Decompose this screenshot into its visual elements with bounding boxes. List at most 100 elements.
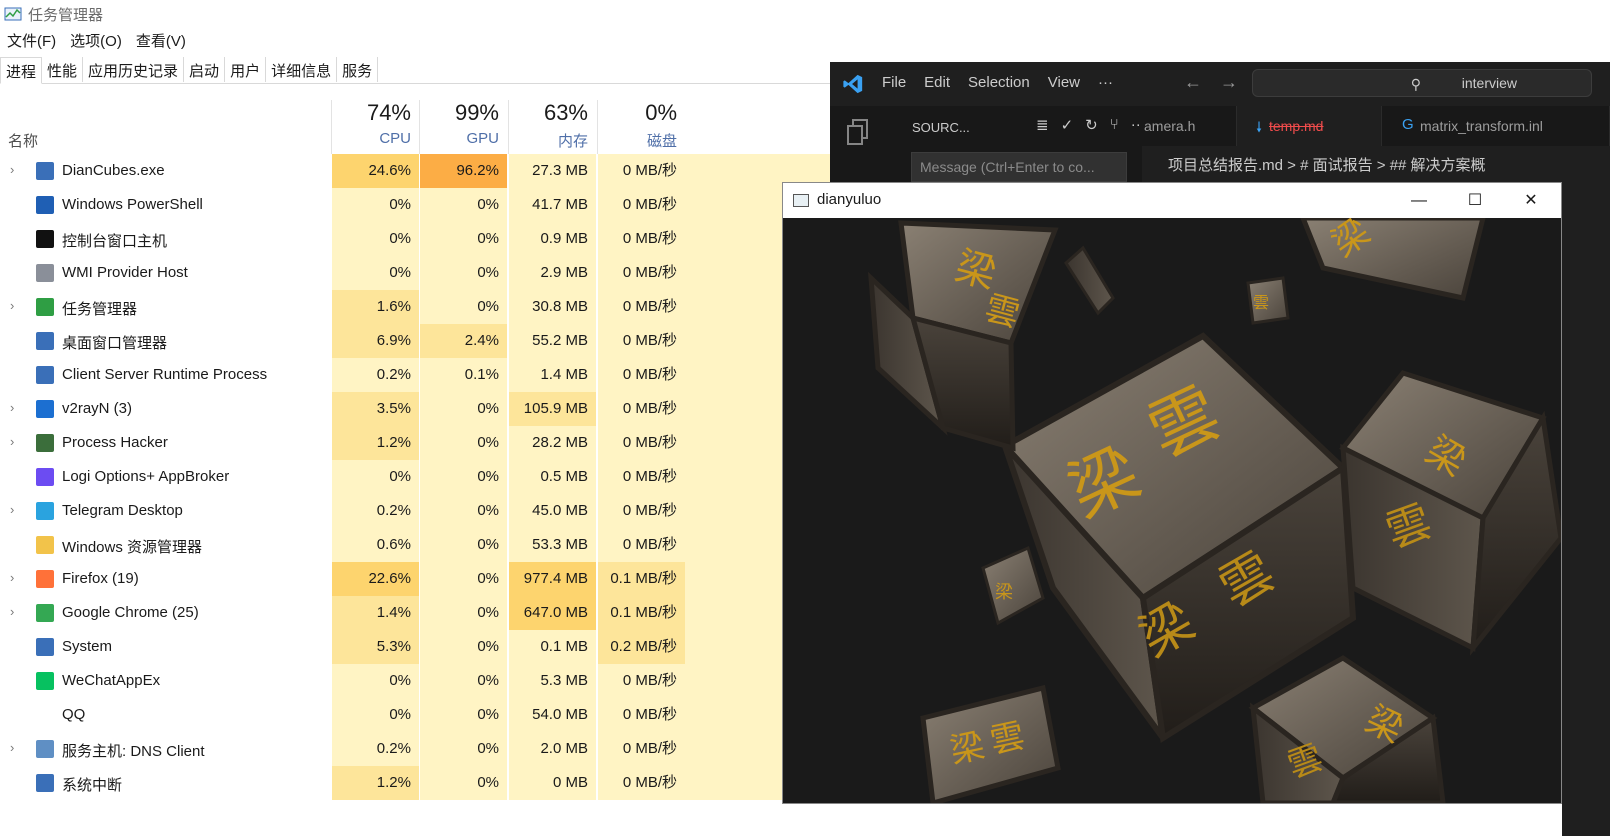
process-row[interactable]: Windows PowerShell 0% 0% 41.7 MB 0 MB/秒 bbox=[0, 188, 840, 222]
cpu-cell: 1.2% bbox=[331, 766, 419, 800]
memory-cell: 647.0 MB bbox=[508, 596, 596, 630]
window-app-icon bbox=[793, 194, 809, 207]
disk-cell: 0 MB/秒 bbox=[597, 324, 685, 358]
column-header-memory[interactable]: 63% 内存 bbox=[508, 100, 596, 154]
vscode-menu-more[interactable]: ··· bbox=[1098, 74, 1113, 91]
process-row[interactable]: › DianCubes.exe 24.6% 96.2% 27.3 MB 0 MB/秒 bbox=[0, 154, 840, 188]
process-row[interactable]: 桌面窗口管理器 6.9% 2.4% 55.2 MB 0 MB/秒 bbox=[0, 324, 840, 358]
editor-breadcrumb[interactable]: 项目总结报告.md > # 面试报告 > ## 解决方案概 bbox=[1142, 146, 1610, 178]
column-header-name[interactable]: 名称 bbox=[8, 130, 38, 151]
process-list: › DianCubes.exe 24.6% 96.2% 27.3 MB 0 MB/秒 Win… bbox=[0, 154, 840, 800]
list-view-icon[interactable]: ≣ bbox=[1036, 116, 1049, 134]
tab-processes[interactable]: 进程 bbox=[0, 57, 43, 84]
process-row[interactable]: › v2rayN (3) 3.5% 0% 105.9 MB 0 MB/秒 bbox=[0, 392, 840, 426]
process-name: 桌面窗口管理器 bbox=[62, 335, 168, 352]
vscode-menu-file[interactable]: File bbox=[882, 74, 906, 91]
tab-bar: 进程 性能 应用历史记录 启动 用户 详细信息 服务 bbox=[0, 57, 840, 84]
app-window-icon bbox=[36, 332, 54, 350]
explorer-files-icon[interactable] bbox=[844, 118, 872, 148]
task-manager-title: 任务管理器 bbox=[28, 6, 104, 24]
process-row[interactable]: › Google Chrome (25) 1.4% 0% 647.0 MB 0.1 MB/… bbox=[0, 596, 840, 630]
dianyuluo-titlebar[interactable]: dianyuluo — ☐ ✕ bbox=[783, 183, 1561, 218]
tab-camera-h[interactable]: amera.h bbox=[1142, 106, 1237, 146]
cpu-cell: 1.6% bbox=[331, 290, 419, 324]
expand-chevron-icon[interactable]: › bbox=[10, 502, 24, 517]
branch-graph-icon[interactable]: ⑂ bbox=[1110, 116, 1119, 134]
gpu-cell: 0% bbox=[419, 664, 507, 698]
process-name: Client Server Runtime Process bbox=[62, 366, 268, 383]
cpu-cell: 0% bbox=[331, 460, 419, 494]
memory-cell: 54.0 MB bbox=[508, 698, 596, 732]
maximize-button[interactable]: ☐ bbox=[1447, 183, 1503, 218]
memory-cell: 41.7 MB bbox=[508, 188, 596, 222]
vscode-menu-selection[interactable]: Selection bbox=[968, 74, 1030, 91]
process-row[interactable]: System 5.3% 0% 0.1 MB 0.2 MB/秒 bbox=[0, 630, 840, 664]
expand-chevron-icon[interactable]: › bbox=[10, 162, 24, 177]
process-row[interactable]: Client Server Runtime Process 0.2% 0.1% 1.4… bbox=[0, 358, 840, 392]
tab-performance[interactable]: 性能 bbox=[42, 57, 84, 82]
vscode-activity-bar bbox=[830, 106, 886, 186]
vscode-menu-edit[interactable]: Edit bbox=[924, 74, 950, 91]
process-row[interactable]: › 服务主机: DNS Client 0.2% 0% 2.0 MB 0 MB/秒 bbox=[0, 732, 840, 766]
expand-chevron-icon[interactable]: › bbox=[10, 298, 24, 313]
gpu-cell: 0% bbox=[419, 732, 507, 766]
gpu-cell: 2.4% bbox=[419, 324, 507, 358]
tab-matrix-transform[interactable]: matrix_transform.inl bbox=[1382, 106, 1610, 146]
process-row[interactable]: 控制台窗口主机 0% 0% 0.9 MB 0 MB/秒 bbox=[0, 222, 840, 256]
cpu-cell: 0.6% bbox=[331, 528, 419, 562]
process-row[interactable]: QQ 0% 0% 54.0 MB 0 MB/秒 bbox=[0, 698, 840, 732]
back-arrow-icon[interactable]: ← bbox=[1184, 72, 1202, 93]
process-row[interactable]: › Process Hacker 1.2% 0% 28.2 MB 0 MB/秒 bbox=[0, 426, 840, 460]
cpu-cell: 0% bbox=[331, 256, 419, 290]
commit-check-icon[interactable]: ✓ bbox=[1061, 116, 1074, 134]
render-canvas[interactable]: 梁 雲 梁 雲 梁 雲 梁 雲 梁 梁 雲 梁 雲 梁 雲 bbox=[783, 218, 1561, 803]
vscode-menu-view[interactable]: View bbox=[1048, 74, 1080, 91]
column-header-gpu[interactable]: 99% GPU bbox=[419, 100, 507, 154]
menu-file[interactable]: 文件(F) bbox=[7, 30, 56, 54]
column-header-disk[interactable]: 0% 磁盘 bbox=[597, 100, 685, 154]
gpu-cell: 0% bbox=[419, 596, 507, 630]
firefox-icon bbox=[36, 570, 54, 588]
tab-services[interactable]: 服务 bbox=[337, 57, 379, 82]
process-row[interactable]: Windows 资源管理器 0.6% 0% 53.3 MB 0 MB/秒 bbox=[0, 528, 840, 562]
process-row[interactable]: WMI Provider Host 0% 0% 2.9 MB 0 MB/秒 bbox=[0, 256, 840, 290]
vscode-command-center[interactable]: ⚲ interview bbox=[1252, 69, 1592, 97]
cpu-cell: 0.2% bbox=[331, 732, 419, 766]
expand-chevron-icon[interactable]: › bbox=[10, 740, 24, 755]
tab-details[interactable]: 详细信息 bbox=[266, 57, 338, 82]
cpu-cell: 0% bbox=[331, 222, 419, 256]
process-name: WMI Provider Host bbox=[62, 264, 188, 281]
process-name: Process Hacker bbox=[62, 434, 168, 451]
svg-text:雲: 雲 bbox=[1253, 293, 1269, 312]
close-button[interactable]: ✕ bbox=[1503, 183, 1559, 218]
menu-view[interactable]: 查看(V) bbox=[136, 30, 186, 54]
process-row[interactable]: › 任务管理器 1.6% 0% 30.8 MB 0 MB/秒 bbox=[0, 290, 840, 324]
commit-message-input[interactable]: Message (Ctrl+Enter to co... bbox=[911, 152, 1127, 182]
column-header-cpu[interactable]: 74% CPU bbox=[331, 100, 419, 154]
cpu-cell: 0.2% bbox=[331, 494, 419, 528]
minimize-button[interactable]: — bbox=[1391, 183, 1447, 218]
menu-options[interactable]: 选项(O) bbox=[70, 30, 122, 54]
expand-chevron-icon[interactable]: › bbox=[10, 570, 24, 585]
forward-arrow-icon[interactable]: → bbox=[1220, 72, 1238, 93]
process-row[interactable]: › Telegram Desktop 0.2% 0% 45.0 MB 0 MB/秒 bbox=[0, 494, 840, 528]
expand-chevron-icon[interactable]: › bbox=[10, 604, 24, 619]
vscode-window: File Edit Selection View ··· ← → ⚲ inter… bbox=[830, 62, 1610, 186]
process-row[interactable]: Logi Options+ AppBroker 0% 0% 0.5 MB 0 MB/秒 bbox=[0, 460, 840, 494]
expand-chevron-icon[interactable]: › bbox=[10, 400, 24, 415]
wechat-icon bbox=[36, 672, 54, 690]
process-row[interactable]: 系统中断 1.2% 0% 0 MB 0 MB/秒 bbox=[0, 766, 840, 800]
tab-users[interactable]: 用户 bbox=[225, 57, 267, 82]
refresh-icon[interactable]: ↻ bbox=[1085, 116, 1098, 134]
cpu-cell: 0% bbox=[331, 698, 419, 732]
rotating-cubes-scene: 梁 雲 梁 雲 梁 雲 梁 雲 梁 梁 雲 梁 雲 梁 雲 bbox=[868, 218, 1561, 803]
process-row[interactable]: › Firefox (19) 22.6% 0% 977.4 MB 0.1 MB/秒 bbox=[0, 562, 840, 596]
tab-app-history[interactable]: 应用历史记录 bbox=[83, 57, 185, 82]
cpu-cell: 0.2% bbox=[331, 358, 419, 392]
gpu-cell: 0% bbox=[419, 256, 507, 290]
tab-startup[interactable]: 启动 bbox=[184, 57, 226, 82]
expand-chevron-icon[interactable]: › bbox=[10, 434, 24, 449]
process-hacker-icon bbox=[36, 434, 54, 452]
process-row[interactable]: WeChatAppEx 0% 0% 5.3 MB 0 MB/秒 bbox=[0, 664, 840, 698]
task-manager-icon bbox=[36, 298, 54, 316]
